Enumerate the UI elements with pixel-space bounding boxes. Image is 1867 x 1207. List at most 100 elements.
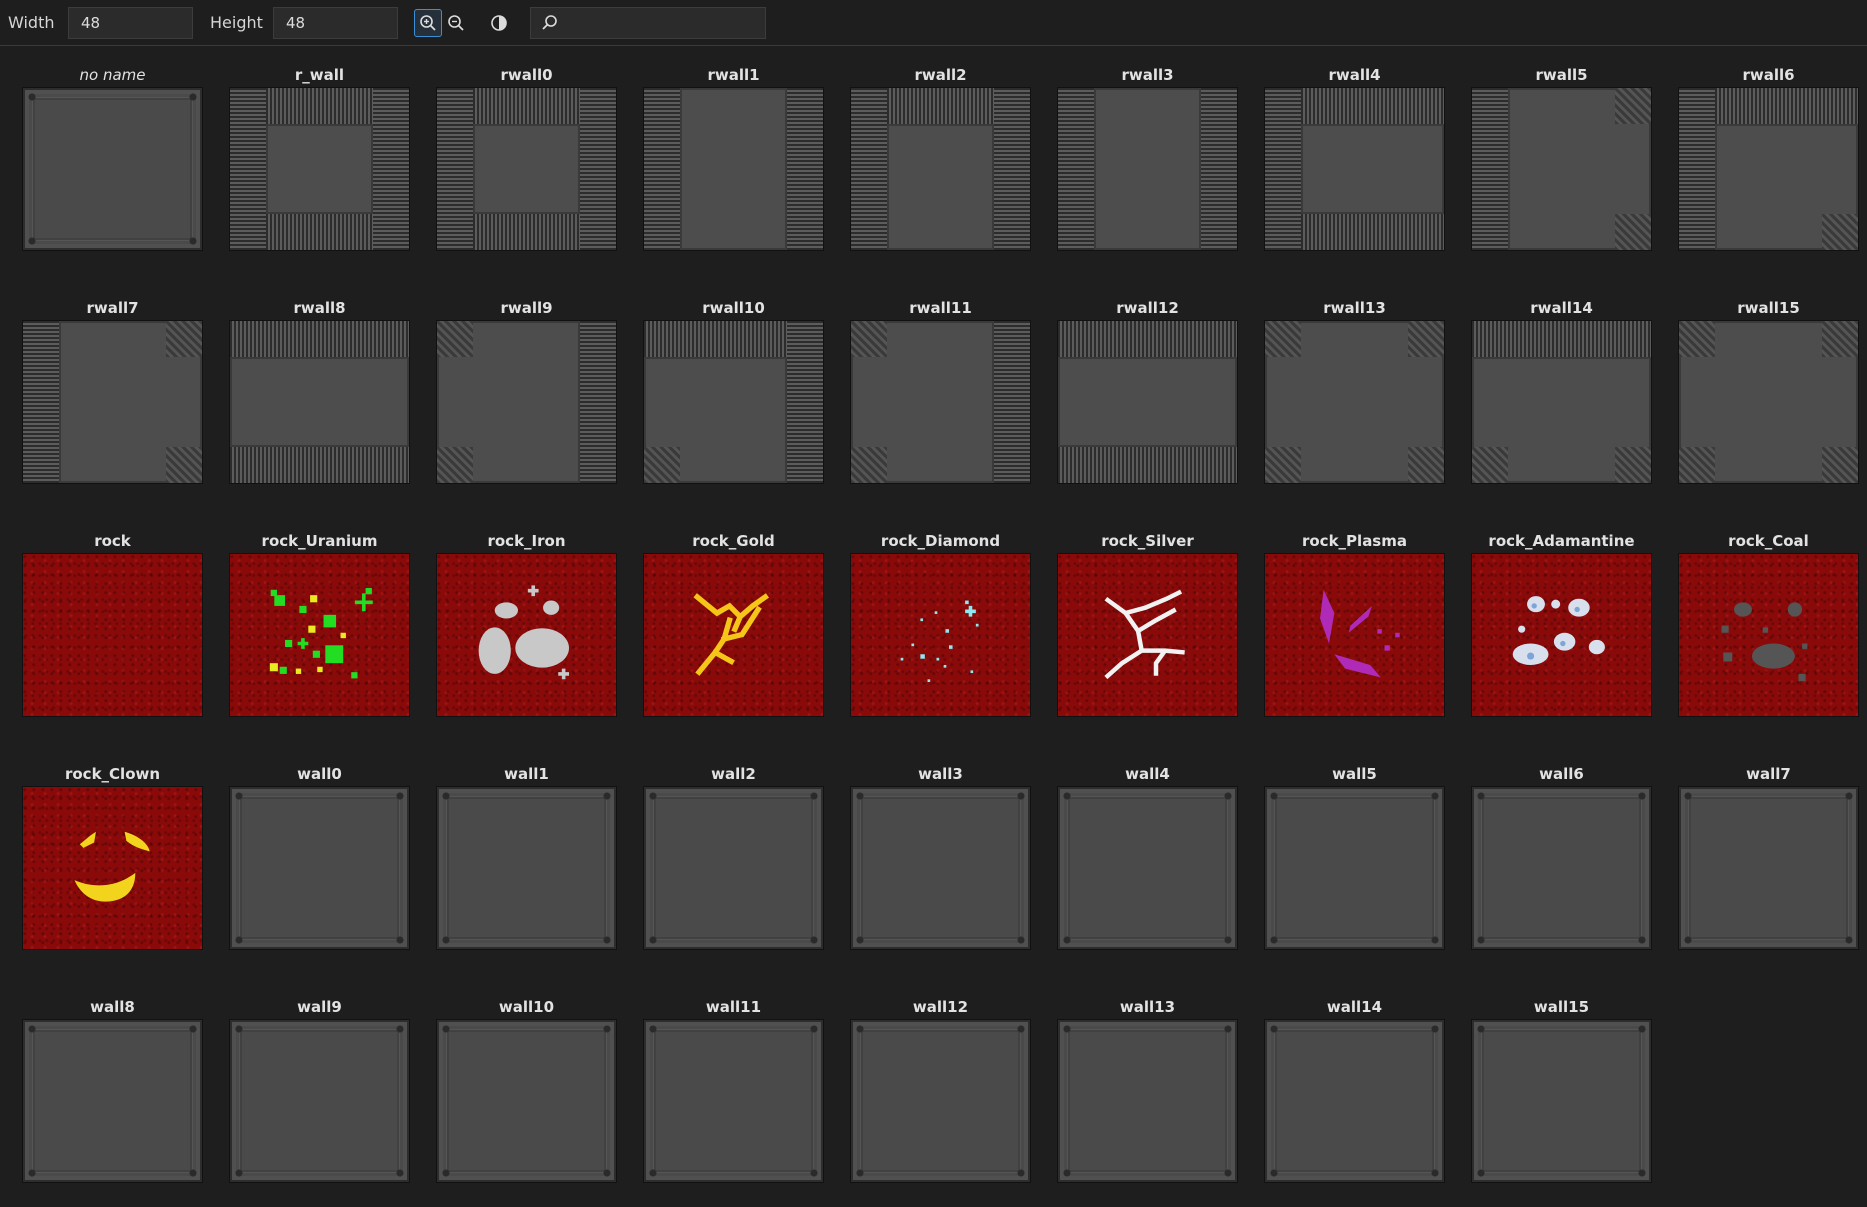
sprite-name: wall15 [1533,998,1590,1016]
sprite-cell[interactable]: no name [21,64,204,251]
sprite-name: rock_Adamantine [1488,532,1635,550]
sprite-cell[interactable]: rwall15 [1677,297,1860,484]
toolbar: Width Height [0,0,1867,46]
sprite-name: wall8 [90,998,135,1016]
sprite-cell[interactable]: rock [21,530,204,717]
sprite-name: rock [94,532,131,550]
zoom-out-icon [448,15,464,31]
sprite-name: wall9 [297,998,342,1016]
sprite-name: rwall11 [909,299,972,317]
sprite-cell[interactable]: rock_Coal [1677,530,1860,717]
sprite-name: rock_Uranium [261,532,378,550]
sprite-cell[interactable]: rwall13 [1263,297,1446,484]
sprite-thumbnail [22,87,203,251]
sprite-cell[interactable]: rwall12 [1056,297,1239,484]
sprite-cell[interactable]: wall12 [849,996,1032,1183]
sprite-cell[interactable]: wall14 [1263,996,1446,1183]
sprite-thumbnail [1678,87,1859,251]
sprite-cell[interactable]: rock_Diamond [849,530,1032,717]
sprite-thumbnail [436,320,617,484]
sprite-cell[interactable]: rock_Clown [21,763,204,950]
sprite-name: rock_Plasma [1301,532,1407,550]
sprite-cell[interactable]: rwall3 [1056,64,1239,251]
sprite-cell[interactable]: rwall14 [1470,297,1653,484]
sprite-thumbnail [1264,87,1445,251]
sprite-thumbnail [229,786,410,950]
sprite-cell[interactable]: r_wall [228,64,411,251]
sprite-cell[interactable]: wall15 [1470,996,1653,1183]
sprite-name: rwall2 [914,66,967,84]
sprite-cell[interactable]: rwall1 [642,64,825,251]
search-field[interactable] [530,7,766,39]
sprite-name: rwall13 [1323,299,1386,317]
sprite-cell[interactable]: wall1 [435,763,618,950]
sprite-name: rwall10 [702,299,765,317]
sprite-cell[interactable]: wall5 [1263,763,1446,950]
sprite-cell[interactable]: wall6 [1470,763,1653,950]
sprite-cell[interactable]: rock_Plasma [1263,530,1446,717]
sprite-name: rwall6 [1742,66,1795,84]
sprite-cell[interactable]: wall8 [21,996,204,1183]
sprite-thumbnail [1678,786,1859,950]
sprite-name: wall3 [918,765,963,783]
contrast-icon [491,15,507,31]
sprite-cell[interactable]: rwall2 [849,64,1032,251]
sprite-thumbnail [850,1019,1031,1183]
sprite-thumbnail [1057,1019,1238,1183]
sprite-cell[interactable]: wall11 [642,996,825,1183]
sprite-thumbnail [1471,1019,1652,1183]
sprite-cell[interactable]: wall7 [1677,763,1860,950]
sprite-name: rwall15 [1737,299,1800,317]
sprite-cell[interactable]: rock_Silver [1056,530,1239,717]
sprite-cell[interactable]: rwall10 [642,297,825,484]
zoom-out-button[interactable] [442,9,470,37]
sprite-thumbnail [1264,553,1445,717]
sprite-cell[interactable]: wall10 [435,996,618,1183]
sprite-cell[interactable]: rwall0 [435,64,618,251]
sprite-name: rwall12 [1116,299,1179,317]
sprite-thumbnail [850,320,1031,484]
sprite-thumbnail [1264,1019,1445,1183]
sprite-cell[interactable]: rock_Adamantine [1470,530,1653,717]
sprite-name: wall12 [912,998,969,1016]
sprite-cell[interactable]: rwall6 [1677,64,1860,251]
sprite-cell[interactable]: rwall8 [228,297,411,484]
sprite-thumbnail [1471,553,1652,717]
sprite-name: wall1 [504,765,549,783]
sprite-thumbnail [643,87,824,251]
sprite-name: wall10 [498,998,555,1016]
sprite-name: wall13 [1119,998,1176,1016]
width-input[interactable] [68,6,193,39]
sprite-cell[interactable]: rwall9 [435,297,618,484]
sprite-cell[interactable]: wall2 [642,763,825,950]
sprite-cell[interactable]: rwall11 [849,297,1032,484]
contrast-button[interactable] [485,9,513,37]
sprite-cell[interactable]: wall9 [228,996,411,1183]
height-input[interactable] [273,6,398,39]
sprite-cell[interactable]: wall0 [228,763,411,950]
sprite-thumbnail [22,320,203,484]
sprite-thumbnail [229,1019,410,1183]
sprite-name: wall14 [1326,998,1383,1016]
sprite-thumbnail [229,553,410,717]
sprite-name: rock_Clown [64,765,161,783]
sprite-cell[interactable]: rock_Uranium [228,530,411,717]
sprite-thumbnail [850,553,1031,717]
sprite-cell[interactable]: wall3 [849,763,1032,950]
sprite-cell[interactable]: rwall7 [21,297,204,484]
sprite-name: rock_Gold [692,532,775,550]
sprite-cell[interactable]: wall4 [1056,763,1239,950]
sprite-cell[interactable]: rwall4 [1263,64,1446,251]
sprite-name: rwall5 [1535,66,1588,84]
sprite-name: rock_Iron [487,532,566,550]
search-input[interactable] [565,13,765,33]
sprite-cell[interactable]: rwall5 [1470,64,1653,251]
sprite-thumbnail [643,553,824,717]
sprite-thumbnail [1264,320,1445,484]
zoom-in-button[interactable] [414,9,442,37]
sprite-cell[interactable]: rock_Gold [642,530,825,717]
width-label: Width [8,13,55,32]
sprite-cell[interactable]: wall13 [1056,996,1239,1183]
sprite-cell[interactable]: rock_Iron [435,530,618,717]
sprite-thumbnail [643,1019,824,1183]
